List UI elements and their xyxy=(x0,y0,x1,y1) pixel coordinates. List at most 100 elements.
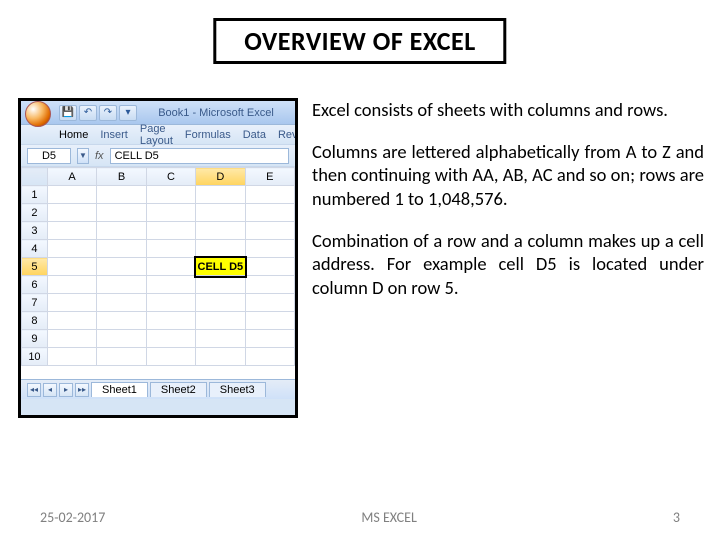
slide-title: OVERVIEW OF EXCEL xyxy=(213,18,506,64)
col-header-e[interactable]: E xyxy=(245,168,294,186)
row-header-7[interactable]: 7 xyxy=(22,294,48,312)
undo-icon[interactable]: ↶ xyxy=(79,105,97,121)
cell[interactable] xyxy=(47,348,96,366)
cell[interactable] xyxy=(196,204,245,222)
cell[interactable] xyxy=(146,258,195,276)
name-box[interactable]: D5 xyxy=(27,148,71,164)
cell[interactable] xyxy=(245,204,294,222)
row-header-5[interactable]: 5 xyxy=(22,258,48,276)
cell[interactable] xyxy=(146,186,195,204)
formula-input[interactable]: CELL D5 xyxy=(110,148,289,164)
cell[interactable] xyxy=(97,186,146,204)
cell[interactable] xyxy=(47,240,96,258)
cell[interactable] xyxy=(245,312,294,330)
cell[interactable] xyxy=(47,294,96,312)
sheet-tab-sheet1[interactable]: Sheet1 xyxy=(91,382,148,397)
tab-nav-prev-icon[interactable]: ◂ xyxy=(43,383,57,397)
cell[interactable] xyxy=(245,276,294,294)
cell[interactable] xyxy=(196,294,245,312)
tab-page-layout[interactable]: Page Layout xyxy=(140,123,173,147)
tab-nav-last-icon[interactable]: ▸▸ xyxy=(75,383,89,397)
cell[interactable] xyxy=(146,294,195,312)
tab-home[interactable]: Home xyxy=(59,129,88,141)
row-header-9[interactable]: 9 xyxy=(22,330,48,348)
formula-bar: D5 ▼ fx CELL D5 xyxy=(21,145,295,167)
cell[interactable] xyxy=(97,276,146,294)
cell[interactable] xyxy=(146,348,195,366)
cell[interactable] xyxy=(146,240,195,258)
cell[interactable] xyxy=(97,258,146,276)
cell[interactable] xyxy=(245,348,294,366)
cell[interactable] xyxy=(196,186,245,204)
cell[interactable] xyxy=(47,276,96,294)
worksheet-grid[interactable]: A B C D E 1 2 3 4 5 CELL D5 6 7 8 9 10 ◂◂… xyxy=(21,167,295,399)
fx-icon[interactable]: fx xyxy=(95,150,104,162)
cell[interactable] xyxy=(245,240,294,258)
tab-review[interactable]: Rev xyxy=(278,129,298,141)
cell[interactable] xyxy=(196,348,245,366)
body-text: Excel consists of sheets with columns an… xyxy=(312,98,704,318)
cell[interactable] xyxy=(97,312,146,330)
cell[interactable] xyxy=(196,222,245,240)
cell[interactable] xyxy=(245,330,294,348)
cell[interactable] xyxy=(245,186,294,204)
cell[interactable] xyxy=(97,348,146,366)
row-header-10[interactable]: 10 xyxy=(22,348,48,366)
cell[interactable] xyxy=(245,258,294,276)
cell[interactable] xyxy=(196,276,245,294)
slide-footer: 25-02-2017 MS EXCEL 3 xyxy=(0,509,720,526)
row-header-8[interactable]: 8 xyxy=(22,312,48,330)
redo-icon[interactable]: ↷ xyxy=(99,105,117,121)
cell[interactable] xyxy=(97,222,146,240)
cell[interactable] xyxy=(196,312,245,330)
cell[interactable] xyxy=(97,204,146,222)
window-title: Book1 - Microsoft Excel xyxy=(141,107,291,119)
col-header-a[interactable]: A xyxy=(47,168,96,186)
cell[interactable] xyxy=(47,222,96,240)
cell[interactable] xyxy=(97,240,146,258)
cell[interactable] xyxy=(97,330,146,348)
save-icon[interactable]: 💾 xyxy=(59,105,77,121)
cell[interactable] xyxy=(47,258,96,276)
tab-formulas[interactable]: Formulas xyxy=(185,129,231,141)
cell[interactable] xyxy=(47,204,96,222)
cell[interactable] xyxy=(47,186,96,204)
cell[interactable] xyxy=(146,204,195,222)
title-bar: 💾 ↶ ↷ ▾ Book1 - Microsoft Excel xyxy=(21,101,295,125)
ribbon-tabs: Home Insert Page Layout Formulas Data Re… xyxy=(21,125,295,145)
cell[interactable] xyxy=(47,330,96,348)
cell[interactable] xyxy=(245,294,294,312)
cell[interactable] xyxy=(196,330,245,348)
tab-data[interactable]: Data xyxy=(243,129,266,141)
footer-date: 25-02-2017 xyxy=(40,509,105,526)
row-header-1[interactable]: 1 xyxy=(22,186,48,204)
office-button[interactable] xyxy=(25,101,51,127)
tab-nav-next-icon[interactable]: ▸ xyxy=(59,383,73,397)
cell[interactable] xyxy=(146,330,195,348)
cell[interactable] xyxy=(47,312,96,330)
sheet-tab-bar: ◂◂ ◂ ▸ ▸▸ Sheet1 Sheet2 Sheet3 xyxy=(21,379,295,399)
tab-nav-first-icon[interactable]: ◂◂ xyxy=(27,383,41,397)
name-box-dropdown-icon[interactable]: ▼ xyxy=(77,148,89,164)
sheet-tab-sheet2[interactable]: Sheet2 xyxy=(150,382,207,397)
row-header-3[interactable]: 3 xyxy=(22,222,48,240)
cell[interactable] xyxy=(146,276,195,294)
select-all-corner[interactable] xyxy=(22,168,48,186)
tab-insert[interactable]: Insert xyxy=(100,129,128,141)
sheet-tab-sheet3[interactable]: Sheet3 xyxy=(209,382,266,397)
paragraph-1: Excel consists of sheets with columns an… xyxy=(312,98,704,122)
cell[interactable] xyxy=(97,294,146,312)
cell-d5[interactable]: CELL D5 xyxy=(196,258,245,276)
cell[interactable] xyxy=(196,240,245,258)
col-header-b[interactable]: B xyxy=(97,168,146,186)
row-header-6[interactable]: 6 xyxy=(22,276,48,294)
cell[interactable] xyxy=(146,312,195,330)
col-header-c[interactable]: C xyxy=(146,168,195,186)
row-header-2[interactable]: 2 xyxy=(22,204,48,222)
row-header-4[interactable]: 4 xyxy=(22,240,48,258)
col-header-d[interactable]: D xyxy=(196,168,245,186)
quick-access-toolbar: 💾 ↶ ↷ ▾ xyxy=(59,105,137,121)
cell[interactable] xyxy=(245,222,294,240)
cell[interactable] xyxy=(146,222,195,240)
qat-dropdown-icon[interactable]: ▾ xyxy=(119,105,137,121)
